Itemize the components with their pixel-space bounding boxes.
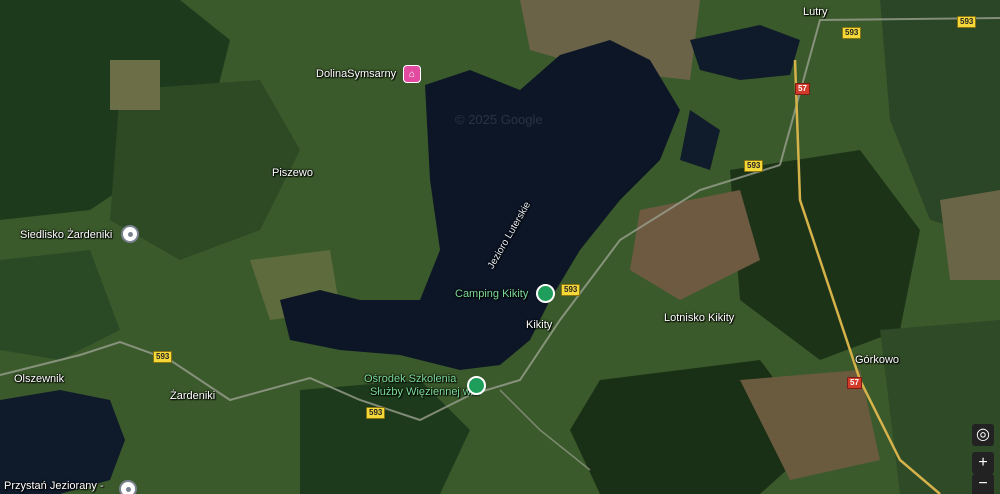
place-label-przystan[interactable]: Przystań Jeziorany - [4,480,104,493]
place-label-lotnisko[interactable]: Lotnisko Kikity [664,312,734,325]
place-label-osrodek-line1[interactable]: Ośrodek Szkolenia [364,373,456,386]
road-shield-57: 57 [795,83,810,95]
map-view[interactable]: © 2025 Google Lutry DolinaSymsarny ⌂ Pis… [0,0,1000,494]
zoom-out-button[interactable]: − [972,474,994,494]
place-label-osrodek-line2[interactable]: Służby Więziennej w... [370,386,479,399]
place-marker-icon[interactable] [121,225,139,243]
road-shield-593: 593 [153,351,173,363]
hotel-icon[interactable]: ⌂ [403,65,421,83]
institution-icon[interactable] [467,376,486,395]
place-marker-icon[interactable] [119,480,137,494]
place-label-dolina-symsarny[interactable]: DolinaSymsarny [316,68,396,81]
campground-icon[interactable] [536,284,555,303]
zoom-in-button[interactable]: + [972,452,994,474]
place-label-zardeniki[interactable]: Żardeniki [170,390,215,403]
place-label-kikity[interactable]: Kikity [526,319,552,332]
map-watermark: © 2025 Google [455,112,543,127]
place-label-camping[interactable]: Camping Kikity [455,288,528,301]
road-shield-593: 593 [561,284,581,296]
place-label-siedlisko[interactable]: Siedlisko Żardeniki [20,229,112,242]
road-shield-593: 593 [842,27,862,39]
road-shield-593: 593 [957,16,977,28]
road-shield-593: 593 [366,407,386,419]
place-label-gorkowo[interactable]: Górkowo [855,354,899,367]
my-location-button[interactable]: ◎ [972,424,994,446]
road-shield-593: 593 [744,160,764,172]
place-label-olszewnik[interactable]: Olszewnik [14,373,64,386]
road-shield-57: 57 [847,377,862,389]
place-label-lutry[interactable]: Lutry [803,6,827,19]
place-label-piszewo[interactable]: Piszewo [272,167,313,180]
